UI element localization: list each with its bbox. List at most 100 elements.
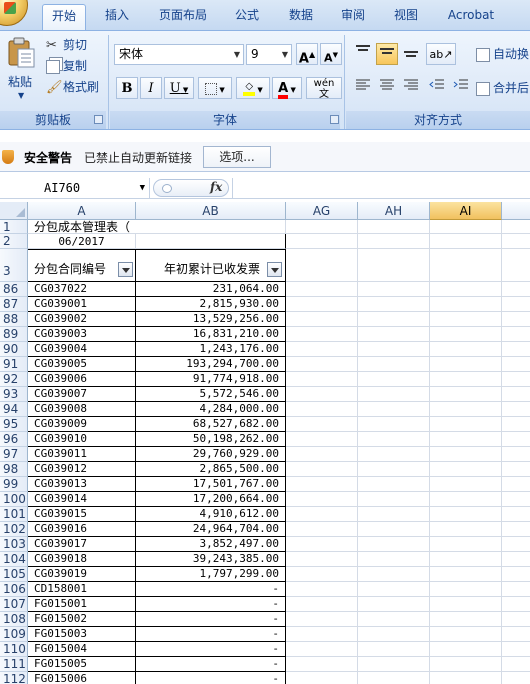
cell[interactable] [430,402,502,417]
row-header[interactable]: 107 [0,597,28,612]
underline-button[interactable]: U ▼ [164,77,194,99]
cell[interactable] [358,537,430,552]
contract-no-cell[interactable]: FG015006 [28,672,136,684]
cell[interactable] [286,342,358,357]
cell[interactable] [430,312,502,327]
cell[interactable] [430,492,502,507]
cell[interactable] [502,612,530,627]
cell[interactable] [286,582,358,597]
cell[interactable] [502,312,530,327]
contract-no-cell[interactable]: CG039019 [28,567,136,582]
invoice-amount-cell[interactable]: 193,294,700.00 [136,357,286,372]
cell[interactable] [430,567,502,582]
invoice-amount-cell[interactable]: 1,797,299.00 [136,567,286,582]
invoice-amount-cell[interactable]: 29,760,929.00 [136,447,286,462]
cell[interactable] [430,234,502,249]
clipboard-dialog-launcher[interactable] [94,115,103,124]
cell[interactable] [430,387,502,402]
align-middle-button[interactable] [376,43,398,65]
invoice-amount-cell[interactable]: - [136,642,286,657]
contract-no-cell[interactable]: CG039013 [28,477,136,492]
cell[interactable] [286,234,358,249]
cell[interactable] [286,642,358,657]
row-header[interactable]: 98 [0,462,28,477]
invoice-amount-cell[interactable]: 5,572,546.00 [136,387,286,402]
invoice-amount-cell[interactable]: 2,865,500.00 [136,462,286,477]
shrink-font-button[interactable]: A▼ [320,43,342,65]
cell[interactable] [502,492,530,507]
cell[interactable] [286,417,358,432]
invoice-amount-cell[interactable]: 2,815,930.00 [136,297,286,312]
invoice-amount-cell[interactable]: - [136,657,286,672]
invoice-amount-cell[interactable]: 39,243,385.00 [136,552,286,567]
cell[interactable] [502,372,530,387]
cell[interactable] [502,537,530,552]
cell[interactable] [358,249,430,282]
cell[interactable] [358,582,430,597]
cell[interactable] [286,372,358,387]
filter-dropdown-icon[interactable] [267,262,282,277]
paste-button[interactable]: 粘贴 ▼ [4,37,38,107]
row-header-1[interactable]: 1 [0,220,28,234]
select-all-button[interactable] [0,202,28,220]
cell[interactable] [430,552,502,567]
cell[interactable] [502,432,530,447]
row-header[interactable]: 110 [0,642,28,657]
security-options-button[interactable]: 选项... [203,146,271,168]
invoice-amount-cell[interactable]: 1,243,176.00 [136,342,286,357]
cell[interactable] [430,462,502,477]
cell[interactable] [502,552,530,567]
cell[interactable] [286,447,358,462]
cell[interactable] [358,372,430,387]
row-header[interactable]: 95 [0,417,28,432]
align-bottom-button[interactable] [400,43,422,65]
invoice-amount-cell[interactable]: 91,774,918.00 [136,372,286,387]
contract-no-cell[interactable]: CG039001 [28,297,136,312]
row-header[interactable]: 99 [0,477,28,492]
invoice-amount-cell[interactable]: 13,529,256.00 [136,312,286,327]
cell[interactable] [430,357,502,372]
cell[interactable] [430,627,502,642]
cell[interactable] [358,507,430,522]
cell[interactable] [430,342,502,357]
invoice-amount-cell[interactable]: - [136,672,286,684]
align-center-button[interactable] [376,77,398,99]
increase-indent-button[interactable] [450,77,472,99]
cell[interactable] [502,447,530,462]
contract-no-cell[interactable]: CG039016 [28,522,136,537]
cell[interactable] [358,432,430,447]
office-button[interactable] [0,0,28,26]
tab-data[interactable]: 数据 [282,4,320,30]
cell[interactable] [286,249,358,282]
invoice-amount-cell[interactable]: 3,852,497.00 [136,537,286,552]
font-size-select[interactable]: 9 ▼ [246,44,292,65]
cell[interactable] [430,672,502,684]
bold-button[interactable]: B [116,77,138,99]
cell[interactable] [502,234,530,249]
cell[interactable] [430,327,502,342]
cell[interactable] [502,507,530,522]
row-header[interactable]: 93 [0,387,28,402]
merge-center-button[interactable]: 合并后 [476,78,529,98]
cell[interactable] [358,357,430,372]
cell[interactable] [358,234,430,249]
row-header[interactable]: 94 [0,402,28,417]
font-color-button[interactable]: A ▼ [272,77,302,99]
cell[interactable] [358,642,430,657]
contract-no-cell[interactable]: CG039003 [28,327,136,342]
filter-dropdown-icon[interactable] [118,262,133,277]
contract-no-cell[interactable]: CG039002 [28,312,136,327]
cell[interactable] [430,612,502,627]
contract-no-cell[interactable]: CG039014 [28,492,136,507]
cell[interactable] [430,220,502,234]
invoice-amount-cell[interactable]: 16,831,210.00 [136,327,286,342]
row-header[interactable]: 106 [0,582,28,597]
name-box[interactable]: AI760 ▼ [0,178,150,198]
row-header[interactable]: 91 [0,357,28,372]
cell[interactable] [502,642,530,657]
tab-home[interactable]: 开始 [42,4,86,30]
align-top-button[interactable] [352,43,374,65]
column-header-a[interactable]: A [28,202,136,220]
row-header-2[interactable]: 2 [0,234,28,249]
cell[interactable] [502,297,530,312]
